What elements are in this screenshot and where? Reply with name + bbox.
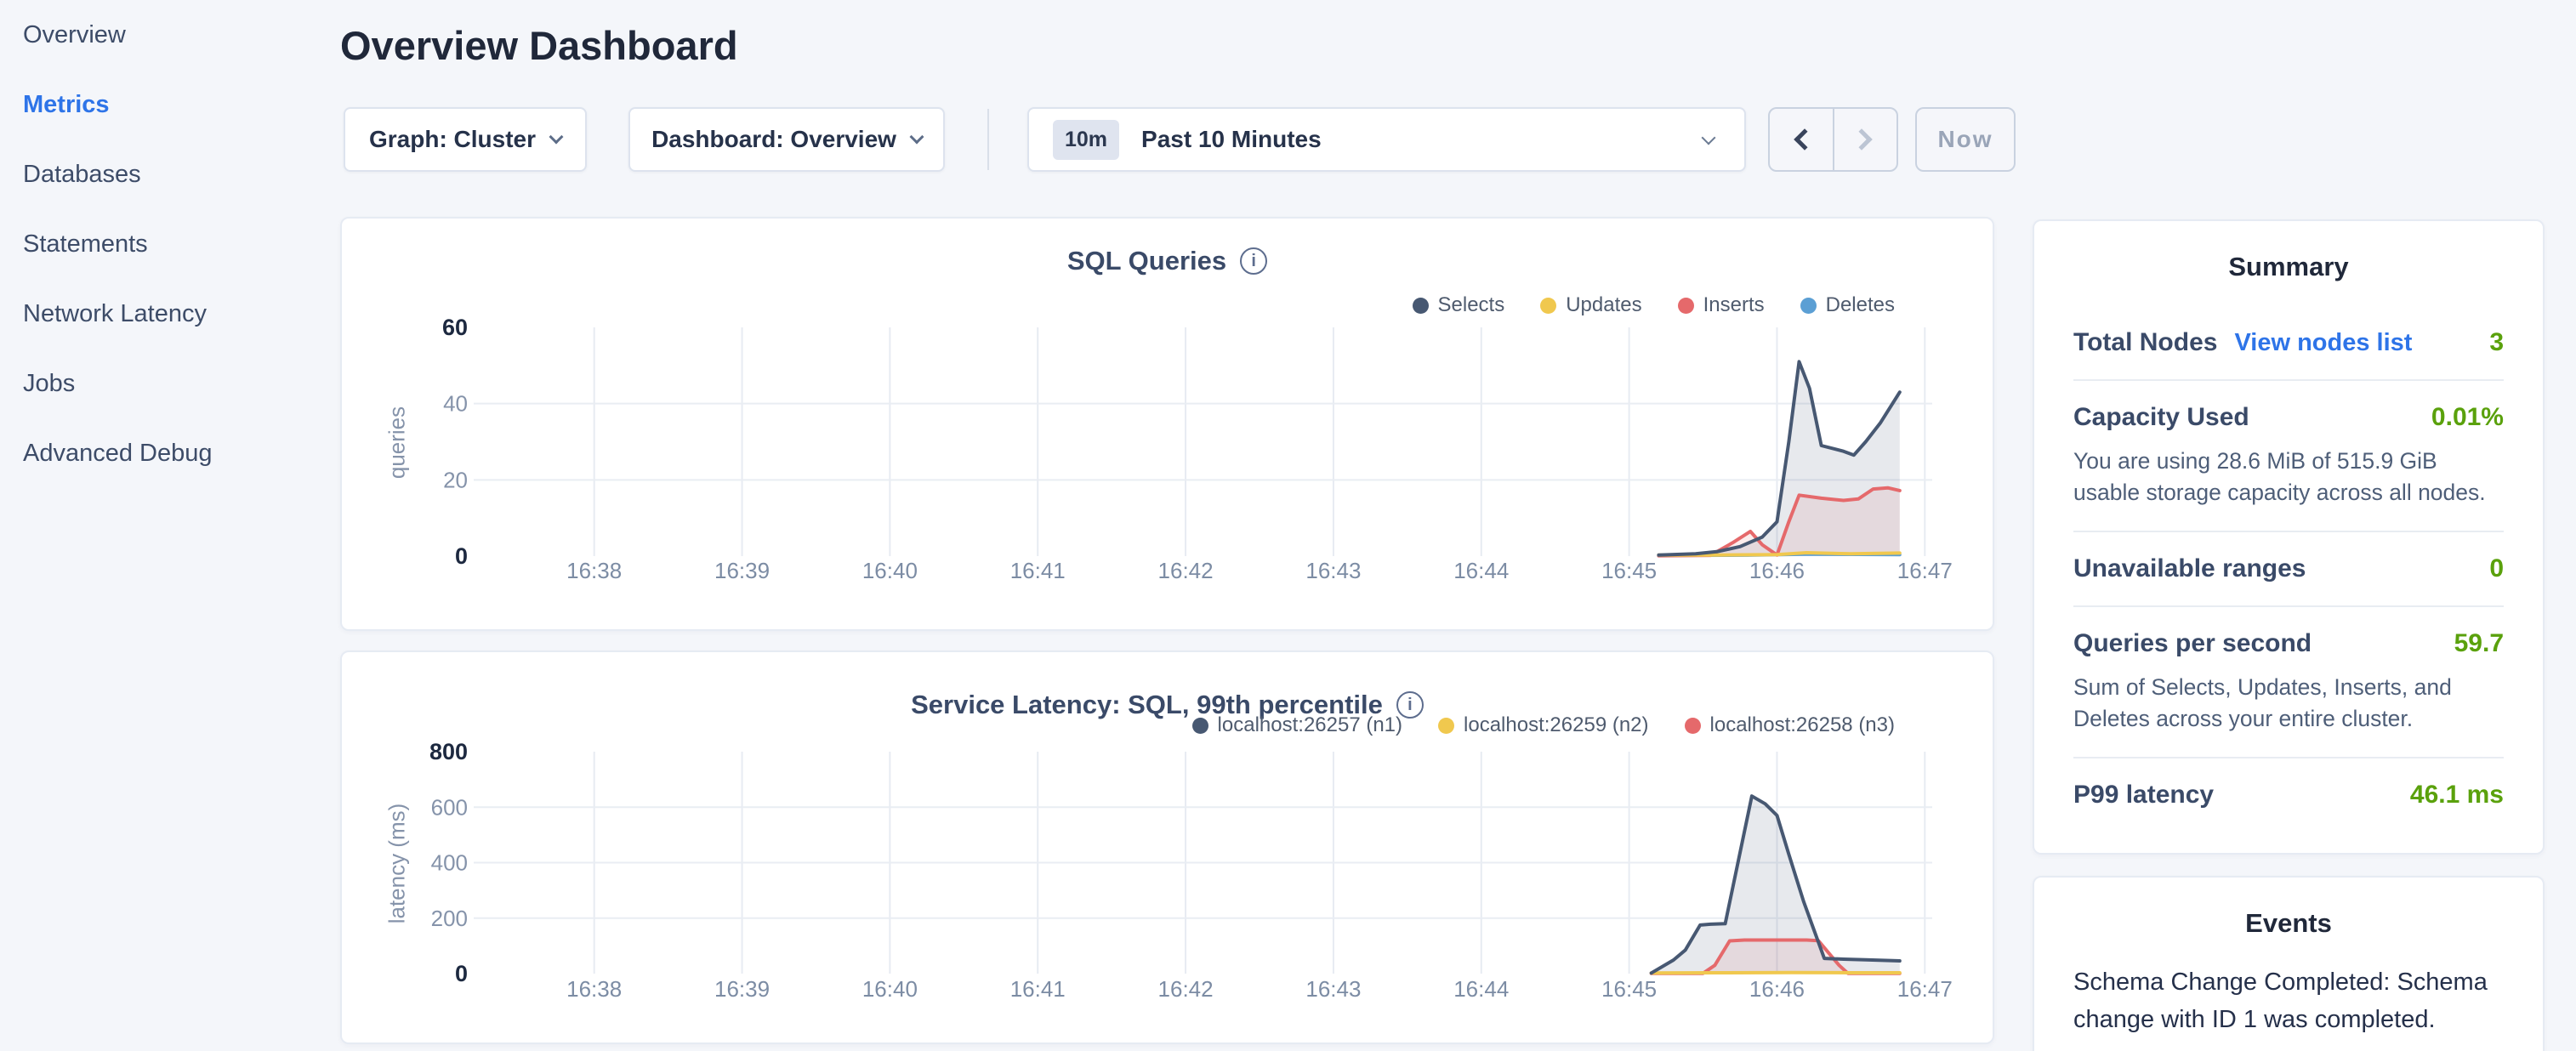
summary-row-head: Capacity Used 0.01% [2073, 403, 2504, 432]
summary-panel: Summary Total Nodes View nodes list 3 Capac… [2033, 219, 2545, 855]
chevron-right-icon [1851, 128, 1873, 150]
sql-queries-chart: 16:38 16:39 16:40 16:41 16:42 16:43 16:44 16:45… [342, 219, 1996, 633]
y-tick-label: 400 [431, 850, 468, 876]
event-timestamp: May 13, 2020 at 4:45 PM [2073, 1047, 2504, 1051]
summary-row-value: 59.7 [2454, 629, 2504, 658]
y-tick-label: 20 [443, 467, 468, 492]
now-button[interactable]: Now [1915, 107, 2016, 172]
series-localhost-26259-n2-line [1652, 973, 1900, 974]
x-tick-label: 16:46 [1749, 976, 1805, 1002]
dashboard-dropdown-label: Dashboard: Overview [651, 126, 896, 153]
summary-row-label: P99 latency [2073, 781, 2214, 810]
summary-row-p99-latency: P99 latency 46.1 ms [2073, 757, 2504, 832]
x-tick-label: 16:45 [1601, 976, 1657, 1002]
x-tick-label: 16:45 [1601, 558, 1657, 583]
summary-row-capacity-used: Capacity Used 0.01% You are using 28.6 MiB… [2073, 379, 2504, 531]
page-title: Overview Dashboard [340, 22, 738, 69]
summary-row-unavailable-ranges: Unavailable ranges 0 [2073, 531, 2504, 605]
y-tick-label: 0 [455, 543, 468, 569]
sql-queries-chart-card: SQL Queries SelectsUpdatesInsertsDeletes… [340, 217, 1994, 631]
y-tick-label: 800 [429, 739, 468, 764]
x-tick-label: 16:42 [1158, 976, 1214, 1002]
time-window-badge: 10m [1053, 120, 1119, 160]
summary-row-head: Unavailable ranges 0 [2073, 554, 2504, 583]
y-tick-label: 0 [455, 961, 468, 986]
x-tick-label: 16:42 [1158, 558, 1214, 583]
x-tick-label: 16:40 [862, 558, 918, 583]
summary-row-description: Sum of Selects, Updates, Inserts, and De… [2073, 672, 2504, 735]
service-latency-chart-card: Service Latency: SQL, 99th percentile lo… [340, 650, 1994, 1044]
x-tick-label: 16:41 [1010, 558, 1066, 583]
summary-row-queries-per-second: Queries per second 59.7 Sum of Selects, Up… [2073, 605, 2504, 757]
dashboard-dropdown[interactable]: Dashboard: Overview [628, 107, 945, 172]
sidebar: OverviewMetricsDatabasesStatementsNetwor… [0, 0, 340, 1051]
previous-timeframe-button[interactable] [1770, 109, 1833, 170]
chevron-left-icon [1794, 128, 1815, 150]
y-tick-label: 60 [442, 315, 468, 340]
graph-dropdown-label: Graph: Cluster [369, 126, 536, 153]
summary-row-value: 46.1 ms [2410, 781, 2504, 810]
x-tick-label: 16:39 [714, 976, 770, 1002]
x-tick-label: 16:38 [566, 558, 622, 583]
sidebar-item-jobs[interactable]: Jobs [0, 349, 340, 418]
sidebar-item-advanced-debug[interactable]: Advanced Debug [0, 418, 340, 488]
event-items: Schema Change Completed: Schema change w… [2034, 964, 2543, 1051]
x-tick-label: 16:44 [1453, 558, 1509, 583]
app-root: OverviewMetricsDatabasesStatementsNetwor… [0, 0, 2576, 1051]
service-latency-chart: 16:38 16:39 16:40 16:41 16:42 16:43 16:44 16:45… [342, 652, 1996, 1046]
summary-row-label: Queries per second [2073, 629, 2312, 658]
sidebar-item-statements[interactable]: Statements [0, 209, 340, 279]
events-panel: Events Schema Change Completed: Schema c… [2033, 876, 2545, 1051]
summary-row-value: 3 [2489, 328, 2504, 357]
summary-row-value: 0.01% [2431, 403, 2504, 432]
summary-row-head: Queries per second 59.7 [2073, 629, 2504, 658]
x-tick-label: 16:47 [1897, 558, 1953, 583]
summary-row-head: P99 latency 46.1 ms [2073, 781, 2504, 810]
summary-heading: Summary [2034, 221, 2543, 282]
summary-row-label: Unavailable ranges [2073, 554, 2306, 583]
time-pager [1768, 107, 1898, 172]
summary-row-label: Capacity Used [2073, 403, 2249, 432]
sidebar-item-metrics[interactable]: Metrics [0, 70, 340, 139]
x-tick-label: 16:40 [862, 976, 918, 1002]
time-window-label: Past 10 Minutes [1141, 126, 1322, 153]
summary-row-total-nodes: Total Nodes View nodes list 3 [2073, 306, 2504, 379]
summary-row-description: You are using 28.6 MiB of 515.9 GiB usab… [2073, 446, 2504, 508]
x-tick-label: 16:43 [1305, 558, 1361, 583]
controls-divider [987, 109, 989, 170]
x-tick-label: 16:39 [714, 558, 770, 583]
x-tick-label: 16:46 [1749, 558, 1805, 583]
summary-row-head: Total Nodes View nodes list 3 [2073, 328, 2504, 357]
y-tick-label: 40 [443, 391, 468, 417]
y-tick-label: 200 [431, 906, 468, 931]
x-tick-label: 16:47 [1897, 976, 1953, 1002]
chevron-down-icon [909, 129, 924, 144]
graph-dropdown[interactable]: Graph: Cluster [344, 107, 587, 172]
x-tick-label: 16:38 [566, 976, 622, 1002]
chevron-down-icon [1702, 131, 1716, 145]
x-tick-label: 16:43 [1305, 976, 1361, 1002]
sidebar-item-overview[interactable]: Overview [0, 0, 340, 70]
summary-row-label: Total Nodes [2073, 328, 2217, 357]
time-range-selector[interactable]: 10m Past 10 Minutes [1027, 107, 1746, 172]
series-selects-area [1658, 361, 1899, 556]
events-heading: Events [2034, 878, 2543, 939]
summary-rows: Total Nodes View nodes list 3 Capacity Used… [2073, 306, 2504, 832]
x-tick-label: 16:44 [1453, 976, 1509, 1002]
chevron-down-icon [549, 129, 564, 144]
next-timeframe-button[interactable] [1833, 109, 1897, 170]
event-message: Schema Change Completed: Schema change w… [2073, 964, 2504, 1038]
event-item: Schema Change Completed: Schema change w… [2073, 964, 2504, 1051]
sidebar-item-databases[interactable]: Databases [0, 139, 340, 209]
sidebar-item-network-latency[interactable]: Network Latency [0, 279, 340, 349]
y-tick-label: 600 [431, 794, 468, 820]
summary-row-value: 0 [2489, 554, 2504, 583]
sidebar-items: OverviewMetricsDatabasesStatementsNetwor… [0, 0, 340, 488]
view-nodes-list-link[interactable]: View nodes list [2234, 329, 2412, 357]
x-tick-label: 16:41 [1010, 976, 1066, 1002]
